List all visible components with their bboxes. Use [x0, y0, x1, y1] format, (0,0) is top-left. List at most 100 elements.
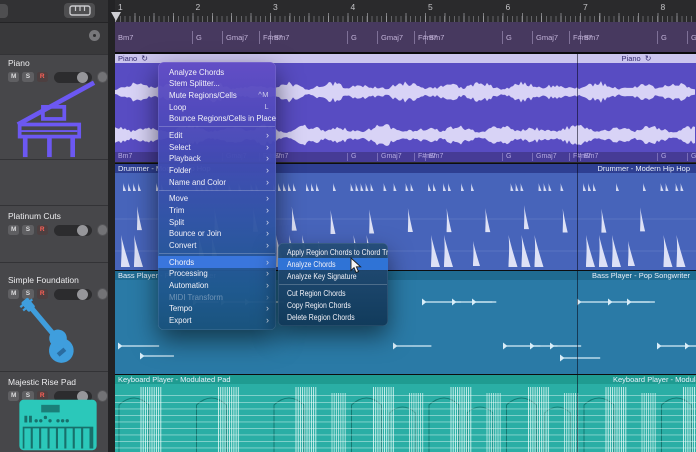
menu-item-playback[interactable]: Playback›	[158, 153, 276, 165]
menu-item-analyze-chords[interactable]: Analyze Chords	[278, 258, 388, 270]
track-controls: M S R	[8, 224, 108, 236]
chord-label-bm7: Bm7	[270, 31, 289, 44]
menu-item-trim[interactable]: Trim›	[158, 204, 276, 216]
header-toolbar	[0, 0, 108, 23]
bar-number-7: 7	[583, 2, 588, 12]
toolbar-button-partial[interactable]	[0, 4, 8, 18]
chevron-right-icon: ›	[266, 177, 269, 187]
bar-number-2: 2	[196, 2, 201, 12]
chord-label-bm7: Bm7	[425, 31, 444, 44]
region-label-bass-2: Bass Player - Pop Songwriter	[592, 271, 690, 280]
chevron-right-icon: ›	[266, 130, 269, 140]
region-boundary	[577, 54, 578, 162]
chord-label-g: G	[657, 31, 667, 44]
chord-label-gmaj7: Gmaj7	[222, 31, 248, 44]
chevron-right-icon: ›	[266, 193, 269, 203]
chevron-right-icon: ›	[266, 315, 269, 325]
chevron-right-icon: ›	[266, 257, 269, 267]
chord-label-gmaj7: Gmaj7	[532, 153, 557, 161]
chord-label-g: G	[192, 31, 202, 44]
chord-label-g: G	[657, 153, 666, 161]
mute-button[interactable]: M	[8, 225, 19, 235]
chord-label-g: G	[347, 31, 357, 44]
chord-label-g: G	[502, 153, 511, 161]
menu-item-midi-transform[interactable]: MIDI Transform›	[158, 291, 276, 303]
chords-submenu: Apply Region Chords to Chord TrackAnalyz…	[278, 243, 388, 326]
menu-item-automation[interactable]: Automation›	[158, 279, 276, 291]
region-boundary	[577, 164, 578, 270]
menu-item-analyze-key-signature[interactable]: Analyze Key Signature	[278, 270, 388, 282]
menu-item-move[interactable]: Move›	[158, 193, 276, 205]
menu-item-delete-region-chords[interactable]: Delete Region Chords	[278, 311, 388, 323]
chevron-right-icon: ›	[266, 165, 269, 175]
chord-label-g: G	[502, 31, 512, 44]
track-name: Platinum Cuts	[8, 211, 108, 221]
chord-label-gmaj7: Gmaj7	[532, 31, 558, 44]
lane-separator	[0, 371, 108, 372]
bar-ruler[interactable]: 12345678	[115, 0, 696, 22]
keyboard-region[interactable]: Keyboard Player - Modulated Pad Keyboard…	[115, 374, 696, 452]
track-name: Simple Foundation	[8, 275, 108, 285]
menu-item-split[interactable]: Split›	[158, 216, 276, 228]
menu-separator	[159, 190, 275, 191]
track-header-subbar	[0, 23, 108, 54]
chevron-right-icon: ›	[266, 268, 269, 278]
menu-item-bounce-or-join[interactable]: Bounce or Join›	[158, 227, 276, 239]
bar-number-8: 8	[661, 2, 666, 12]
chevron-right-icon: ›	[266, 205, 269, 215]
menu-item-cut-region-chords[interactable]: Cut Region Chords	[278, 287, 388, 299]
mouse-cursor	[350, 257, 362, 274]
menu-item-tempo[interactable]: Tempo›	[158, 302, 276, 314]
chord-label-gmaj7: Gmaj7	[377, 31, 403, 44]
musical-typing-button[interactable]	[64, 3, 95, 18]
chevron-right-icon: ›	[266, 228, 269, 238]
menu-item-edit[interactable]: Edit›	[158, 129, 276, 141]
menu-item-copy-region-chords[interactable]: Copy Region Chords	[278, 299, 388, 311]
chord-label-gmaj7: Gmaj7	[687, 31, 696, 44]
menu-item-loop[interactable]: LoopL	[158, 101, 276, 113]
menu-item-name-and-color[interactable]: Name and Color›	[158, 176, 276, 188]
menu-item-folder[interactable]: Folder›	[158, 164, 276, 176]
solo-button[interactable]: S	[22, 225, 33, 235]
track-name: Majestic Rise Pad	[8, 377, 108, 387]
volume-slider[interactable]	[54, 225, 92, 236]
playhead[interactable]	[111, 12, 121, 21]
chevron-right-icon: ›	[266, 142, 269, 152]
panel-divider	[108, 0, 115, 452]
circle-dot-icon[interactable]	[89, 30, 100, 41]
menu-item-processing[interactable]: Processing›	[158, 268, 276, 280]
menu-separator	[159, 253, 275, 254]
lane-separator	[0, 159, 108, 160]
menu-item-bounce-regions-cells-in-place[interactable]: Bounce Regions/Cells in Place...^B	[158, 112, 276, 124]
bar-number-5: 5	[428, 2, 433, 12]
synth-keyboard-icon	[16, 398, 100, 452]
loop-icon: ↻	[141, 54, 148, 63]
chord-label-bm7: Bm7	[115, 153, 132, 161]
menu-item-convert[interactable]: Convert›	[158, 239, 276, 251]
chevron-right-icon: ›	[266, 240, 269, 250]
shortcut-label: L	[264, 102, 269, 111]
menu-item-stem-splitter[interactable]: Stem Splitter...	[158, 78, 276, 90]
menu-item-export[interactable]: Export›	[158, 314, 276, 326]
chevron-right-icon: ›	[266, 303, 269, 313]
menu-item-select[interactable]: Select›	[158, 141, 276, 153]
menu-separator	[279, 284, 387, 285]
chord-label-bm7: Bm7	[580, 31, 599, 44]
record-button[interactable]: R	[37, 225, 48, 235]
keys-waveform	[115, 383, 696, 452]
chord-track[interactable]: Bm7GGmaj7F#m7Bm7GGmaj7F#m7Bm7GGmaj7F#m7B…	[115, 22, 696, 54]
region-context-menu: Analyze ChordsStem Splitter...Mute Regio…	[158, 62, 276, 330]
bass-guitar-icon	[12, 296, 100, 370]
menu-item-apply-region-chords-to-chord-track[interactable]: Apply Region Chords to Chord Track	[278, 246, 388, 258]
track-header-platinum-cuts[interactable]: Platinum Cuts M S R	[0, 208, 108, 236]
volume-slider-knob[interactable]	[77, 225, 88, 236]
piano-keys-icon	[69, 5, 91, 16]
bar-number-1: 1	[118, 2, 123, 12]
menu-item-analyze-chords[interactable]: Analyze Chords	[158, 66, 276, 78]
menu-item-chords[interactable]: Chords›	[158, 256, 276, 268]
chord-label-bm7: Bm7	[580, 153, 598, 161]
menu-item-mute-regions-cells[interactable]: Mute Regions/Cells^M	[158, 89, 276, 101]
logic-pro-window: Piano M S R Platinum Cuts	[0, 0, 696, 452]
pan-knob[interactable]	[97, 224, 108, 236]
chevron-right-icon: ›	[266, 280, 269, 290]
